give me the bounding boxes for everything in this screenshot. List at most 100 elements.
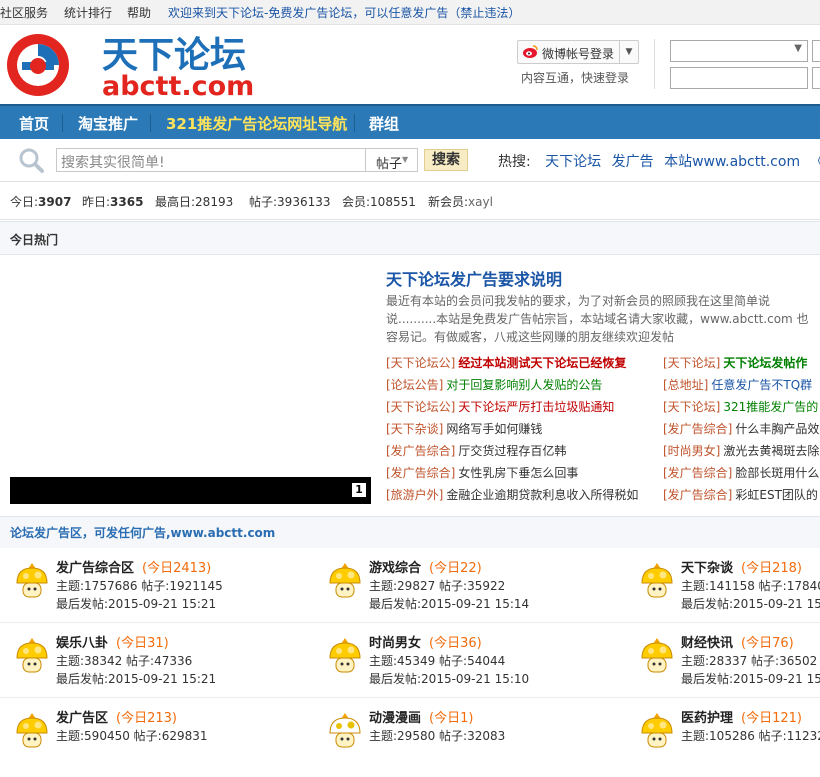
forum-card[interactable]: 游戏综合 (今日22) 主题:29827 帖子:35922 最后发帖:2015-09-… [327,557,627,627]
hot-thread-category[interactable]: [天下论坛] [663,400,720,414]
forum-card[interactable]: 娱乐八卦 (今日31) 主题:38342 帖子:47336 最后发帖:2015-09-… [14,632,314,702]
forum-last-post[interactable]: 最后发帖:2015-09-21 15:21 [681,670,820,687]
hot-thread-category[interactable]: [旅游户外] [386,488,443,502]
search-input[interactable]: 搜索其实很简单! [56,148,366,172]
forum-stats: 今日:3907 昨日:3365 最高日:28193 帖子:3936133 会员:… [0,181,820,220]
forum-stats-line: 主题:28337 帖子:36502 [681,654,818,668]
forum-name[interactable]: 发广告综合区 (今日2413) [56,557,211,576]
login-button[interactable] [812,67,820,89]
forum-card[interactable]: 医药护理 (今日121) 主题:105286 帖子:112320 [639,707,820,777]
hot-thread-title[interactable]: 厅交货过程存百亿韩 [458,444,566,458]
hot-thread-title[interactable]: 任意发广告不TQ群 [711,378,812,392]
link-community-service[interactable]: 社区服务 [0,4,48,21]
hot-thread-item[interactable]: [发广告综合] 厅交货过程存百亿韩 [386,442,566,459]
welcome-link[interactable]: 欢迎来到天下论坛-免费发广告论坛，可以任意发广告（禁止违法） [168,4,520,21]
hot-thread-item[interactable]: [发广告综合] 脸部长斑用什么 [663,464,819,481]
forum-card[interactable]: 发广告区 (今日213) 主题:590450 帖子:629831 [14,707,314,777]
logo-cn-text: 天下论坛 [102,35,246,76]
hot-thread-title[interactable]: 什么丰胸产品效 [735,422,819,436]
site-logo[interactable]: 天下论坛 abctt.com [2,29,302,99]
hot-search-item[interactable]: 《站长 [811,154,820,170]
hot-thread-title[interactable]: 金融企业逾期贷款利息收入所得税如 [446,488,638,502]
forum-card[interactable]: 财经快讯 (今日76) 主题:28337 帖子:36502 最后发帖:2015-09-… [639,632,820,702]
hot-thread-category[interactable]: [论坛公告] [386,378,443,392]
nav-item-321[interactable]: 321推发广告论坛网址导航 [166,113,347,134]
search-type-select[interactable]: 帖子 ▼ [366,148,418,172]
nav-item-home[interactable]: 首页 [19,113,49,134]
search-bar: 搜索其实很简单! 帖子 ▼ 搜索 热搜: 天下论坛 发广告 本站www.abct… [0,139,820,182]
hot-thread-title[interactable]: 对于回复影响别人发贴的公告 [446,378,602,392]
forum-name[interactable]: 天下杂谈 (今日218) [681,557,802,576]
forum-card[interactable]: 发广告综合区 (今日2413) 主题:1757686 帖子:1921145 最后发帖:… [14,557,314,627]
hot-thread-category[interactable]: [发广告综合] [663,466,732,480]
nav-item-taobao[interactable]: 淘宝推广 [78,113,138,134]
hot-thread-title[interactable]: 脸部长斑用什么 [735,466,819,480]
hot-headline[interactable]: 天下论坛发广告要求说明 [386,266,562,290]
hot-search-item[interactable]: 发广告 [612,154,654,170]
hot-thread-title[interactable]: 彩虹EST团队的 [735,488,818,502]
hot-thread-category[interactable]: [发广告综合] [663,422,732,436]
hot-thread-category[interactable]: [时尚男女] [663,444,720,458]
hot-thread-category[interactable]: [发广告综合] [386,444,455,458]
forum-name[interactable]: 游戏综合 (今日22) [369,557,482,576]
forum-last-post[interactable]: 最后发帖:2015-09-21 15:14 [369,595,529,612]
hot-thread-item[interactable]: [旅游户外] 金融企业逾期贷款利息收入所得税如 [386,486,638,503]
hot-thread-title[interactable]: 天下论坛发帖作 [723,356,807,370]
hot-thread-title[interactable]: 经过本站测试天下论坛已经恢复 [458,356,626,370]
nav-divider [62,114,63,132]
remember-checkbox[interactable] [812,40,820,62]
forum-card[interactable]: 天下杂谈 (今日218) 主题:141158 帖子:178405 最后发帖:2015-… [639,557,820,627]
link-stats-ranking[interactable]: 统计排行 [64,4,112,21]
forum-name[interactable]: 时尚男女 (今日36) [369,632,482,651]
forum-section-title[interactable]: 论坛发广告区，可发任何广告,www.abctt.com [10,524,275,541]
hot-thread-item[interactable]: [发广告综合] 彩虹EST团队的 [663,486,818,503]
hot-search-item[interactable]: 天下论坛 [545,154,601,170]
nav-item-groups[interactable]: 群组 [369,113,399,134]
forum-card[interactable]: 时尚男女 (今日36) 主题:45349 帖子:54044 最后发帖:2015-09-… [327,632,627,702]
hot-thread-category[interactable]: [发广告综合] [663,488,732,502]
hot-thread-category[interactable]: [天下论坛公] [386,400,455,414]
hot-thread-item[interactable]: [天下论坛] 321推能发广告的 [663,398,818,415]
hot-thread-title[interactable]: 321推能发广告的 [723,400,818,414]
link-help[interactable]: 帮助 [127,4,151,21]
forum-name[interactable]: 医药护理 (今日121) [681,707,802,726]
password-field[interactable] [670,67,808,89]
forum-name[interactable]: 发广告区 (今日213) [56,707,177,726]
hot-thread-item[interactable]: [发广告综合] 女性乳房下垂怎么回事 [386,464,578,481]
chevron-down-icon[interactable]: ▼ [619,41,638,63]
hot-thread-title[interactable]: 网络写手如何赚钱 [446,422,542,436]
hot-thread-item[interactable]: [时尚男女] 激光去黄褐斑去除 [663,442,819,459]
forum-card[interactable]: 动漫漫画 (今日1) 主题:29580 帖子:32083 [327,707,627,777]
forum-name[interactable]: 娱乐八卦 (今日31) [56,632,169,651]
hot-thread-title[interactable]: 天下论坛严厉打击垃圾贴通知 [458,400,614,414]
hot-thread-item[interactable]: [发广告综合] 什么丰胸产品效 [663,420,819,437]
hot-thread-category[interactable]: [天下杂谈] [386,422,443,436]
forum-last-post[interactable]: 最后发帖:2015-09-21 15:21 [56,670,216,687]
forum-today-count: (今日31) [116,636,169,651]
weibo-login-button[interactable]: 微博帐号登录 ▼ [517,40,639,64]
slide-page-indicator[interactable]: 1 [352,483,366,497]
hot-thread-category[interactable]: [天下论坛公] [386,356,455,370]
search-button[interactable]: 搜索 [424,149,468,171]
hot-search-item[interactable]: 本站www.abctt.com [664,154,800,170]
hot-thread-item[interactable]: [天下论坛公] 经过本站测试天下论坛已经恢复 [386,354,626,371]
forum-last-post[interactable]: 最后发帖:2015-09-21 15:21 [56,595,216,612]
hot-thread-category[interactable]: [天下论坛] [663,356,720,370]
login-type-select[interactable]: ▼ [670,40,808,62]
hot-thread-item[interactable]: [总地址] 任意发广告不TQ群 [663,376,812,393]
hot-thread-item[interactable]: [天下杂谈] 网络写手如何赚钱 [386,420,542,437]
mushroom-gold-icon [329,638,361,673]
hot-thread-category[interactable]: [发广告综合] [386,466,455,480]
forum-name[interactable]: 动漫漫画 (今日1) [369,707,473,726]
forum-last-post[interactable]: 最后发帖:2015-09-21 15:10 [369,670,529,687]
hot-slideshow[interactable] [10,256,372,504]
forum-name[interactable]: 财经快讯 (今日76) [681,632,794,651]
hot-thread-item[interactable]: [天下论坛公] 天下论坛严厉打击垃圾贴通知 [386,398,614,415]
forum-last-post[interactable]: 最后发帖:2015-09-21 15:21 [681,595,820,612]
hot-thread-item[interactable]: [论坛公告] 对于回复影响别人发贴的公告 [386,376,602,393]
hot-thread-title[interactable]: 女性乳房下垂怎么回事 [458,466,578,480]
hot-thread-category[interactable]: [总地址] [663,378,708,392]
hot-thread-title[interactable]: 激光去黄褐斑去除 [723,444,819,458]
hot-thread-item[interactable]: [天下论坛] 天下论坛发帖作 [663,354,807,371]
forum-today-count: (今日218) [741,561,802,576]
